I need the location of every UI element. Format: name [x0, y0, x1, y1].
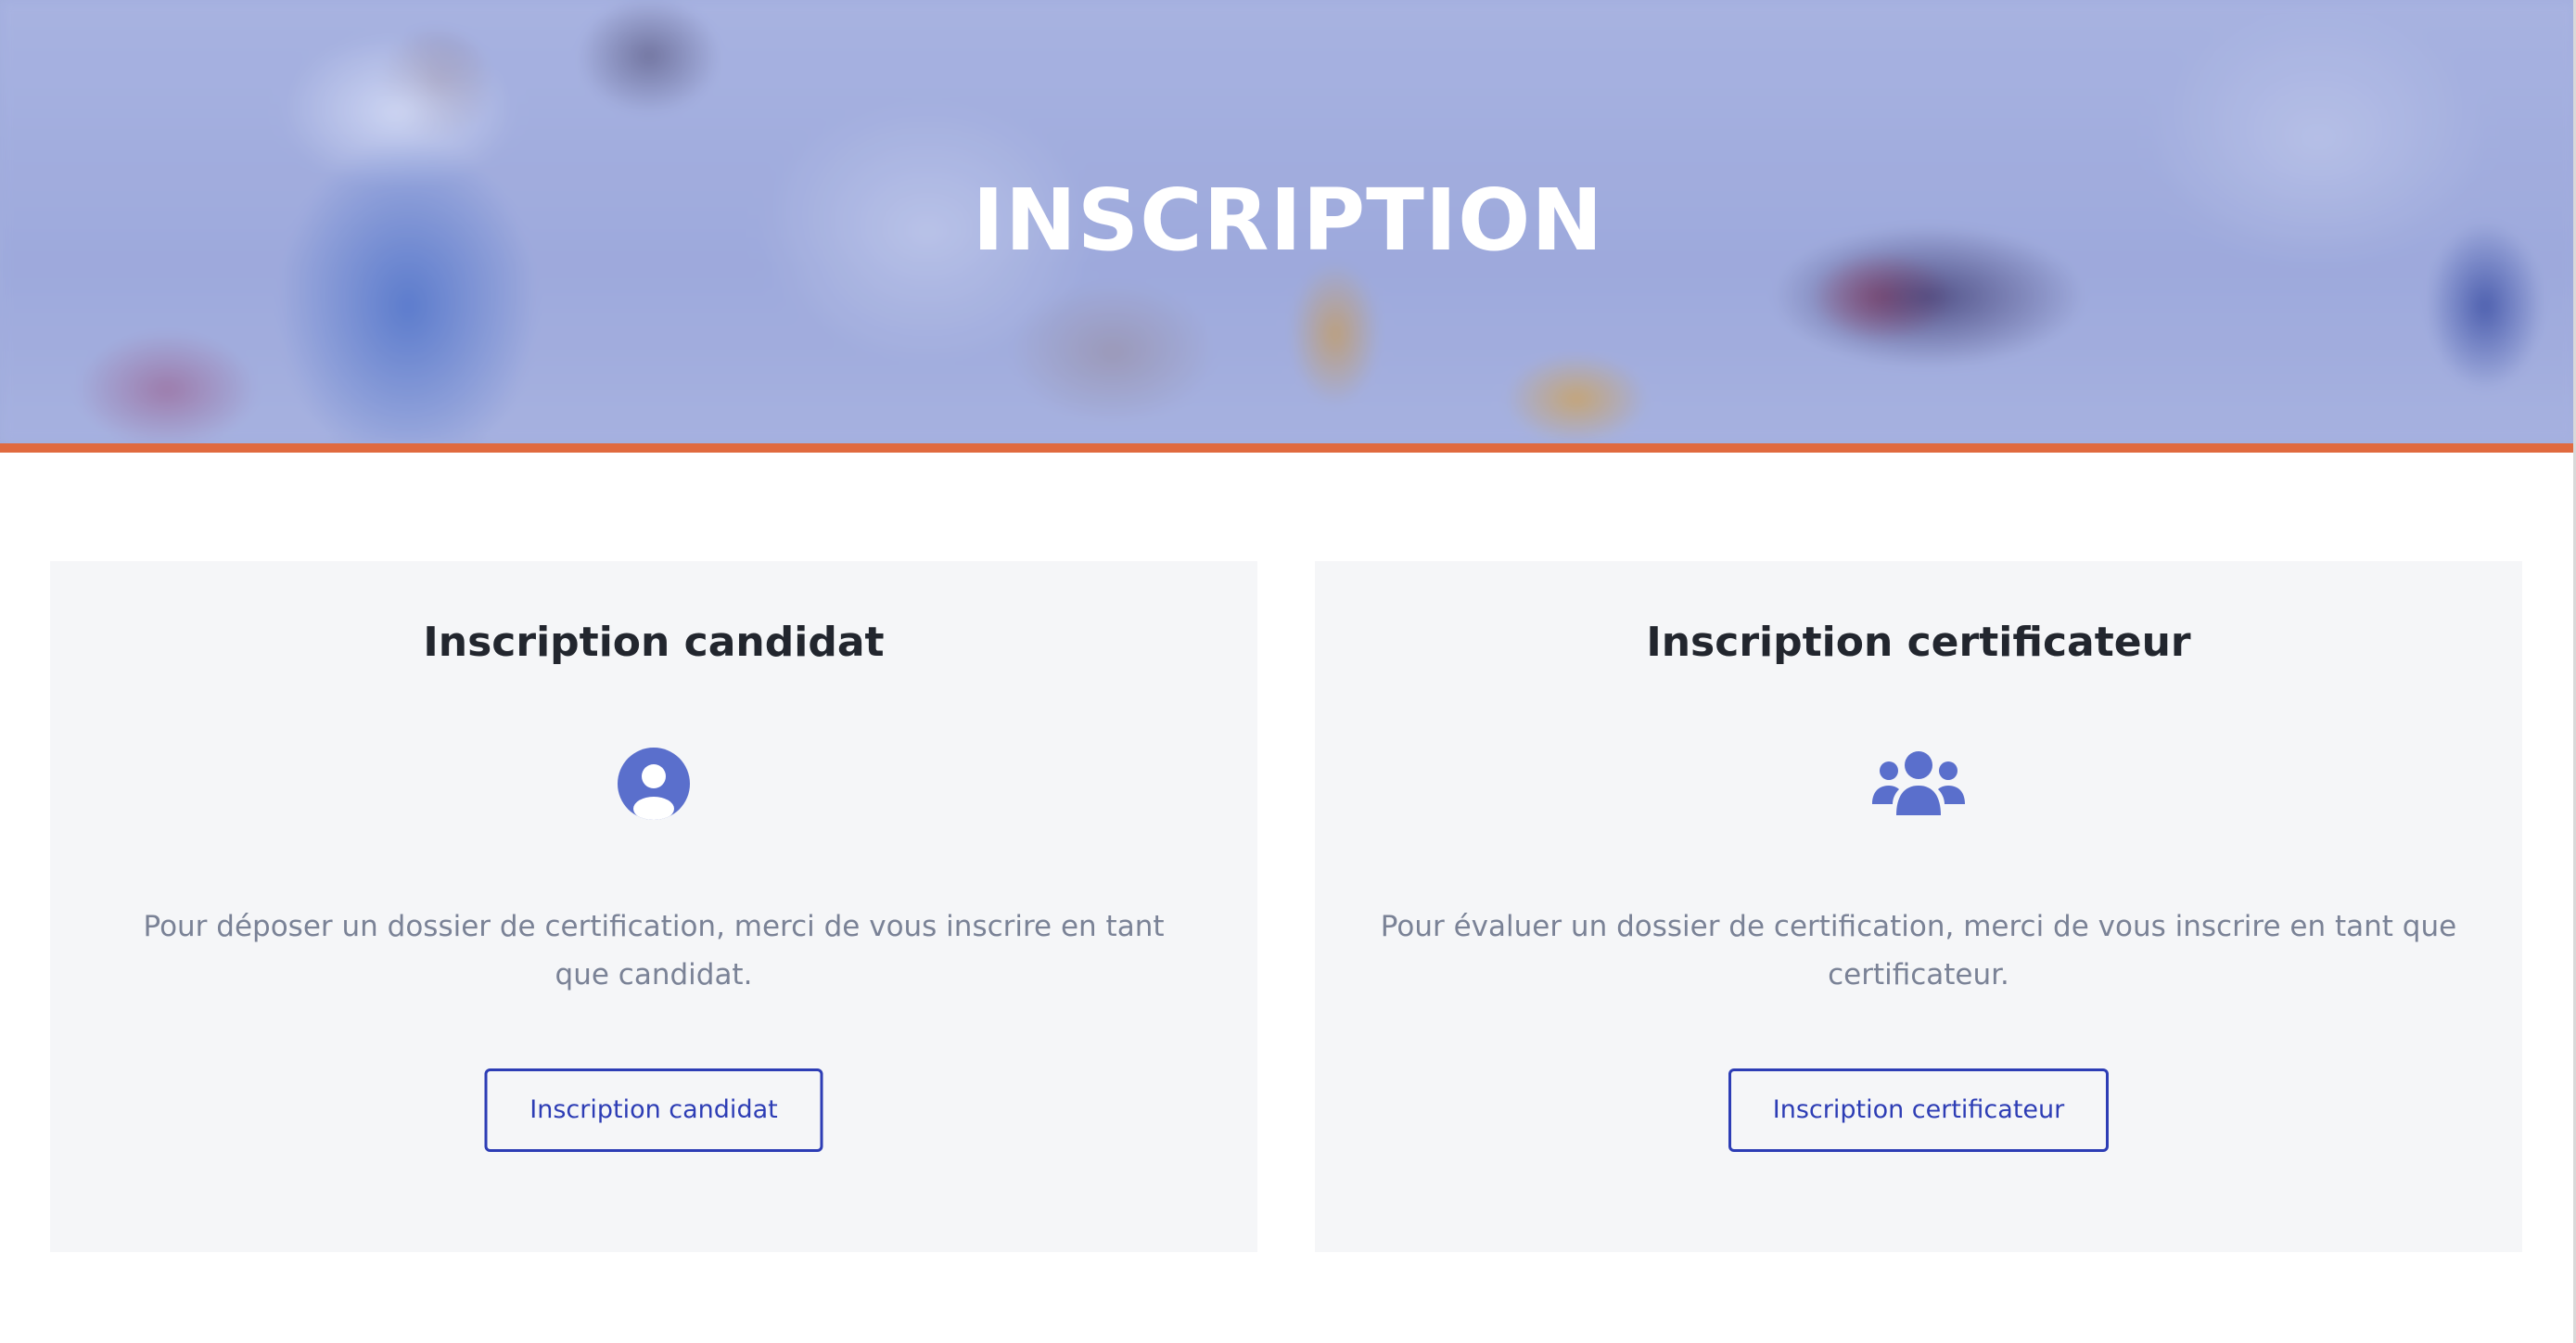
certifier-signup-button[interactable]: Inscription certificateur — [1728, 1068, 2109, 1152]
candidate-signup-button[interactable]: Inscription candidat — [484, 1068, 823, 1152]
hero-accent-bar — [0, 443, 2576, 453]
certifier-card-title: Inscription certificateur — [1646, 619, 2191, 666]
user-circle-icon — [603, 747, 705, 821]
page: INSCRIPTION Inscription candidat Pour dé… — [0, 0, 2576, 1343]
hero-banner: INSCRIPTION — [0, 0, 2576, 443]
candidate-card: Inscription candidat Pour déposer un dos… — [50, 561, 1257, 1252]
candidate-card-description: Pour déposer un dossier de certification… — [143, 910, 1165, 991]
candidate-card-title: Inscription candidat — [423, 619, 885, 666]
page-title: INSCRIPTION — [972, 171, 1604, 270]
certifier-card: Inscription certificateur Pour évaluer u… — [1315, 561, 2522, 1252]
certifier-card-description: Pour évaluer un dossier de certification… — [1380, 910, 2457, 991]
users-group-icon — [1868, 747, 1970, 821]
